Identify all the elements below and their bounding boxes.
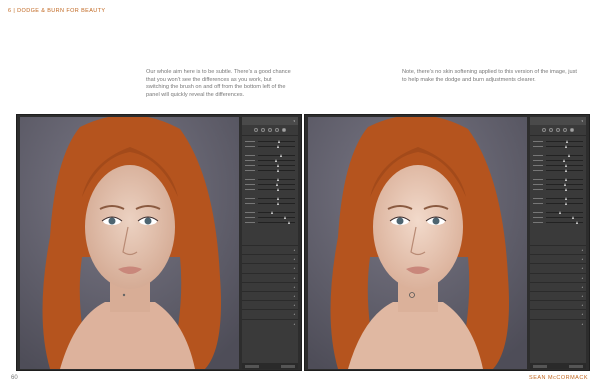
spot-removal-tool-icon[interactable] <box>261 128 265 132</box>
red-eye-tool-icon[interactable] <box>556 128 560 132</box>
caption-left: Our whole aim here is to be subtle. Ther… <box>146 69 291 98</box>
previous-button[interactable] <box>533 364 547 368</box>
spot-removal-tool-icon[interactable] <box>549 128 553 132</box>
panel-section[interactable]: ◂ <box>530 272 586 282</box>
panel-header: ▾ <box>530 117 586 125</box>
panel-section[interactable]: ◂ <box>530 300 586 309</box>
graduated-filter-tool-icon[interactable] <box>563 128 567 132</box>
caption-right: Note, there’s no skin softening applied … <box>402 69 577 83</box>
chapter-header: 6 | DODGE & BURN FOR BEAUTY <box>8 8 106 14</box>
panel-section[interactable]: ◂ <box>242 272 298 282</box>
slider-row[interactable] <box>245 220 295 225</box>
tool-strip <box>242 125 298 136</box>
graduated-filter-tool-icon[interactable] <box>275 128 279 132</box>
tool-strip <box>530 125 586 136</box>
panel-section[interactable]: ◂ <box>242 281 298 291</box>
panel-section[interactable]: ◂ <box>530 281 586 291</box>
panel-section[interactable]: ◂ <box>530 318 586 328</box>
author-name: SEAN McCORMACK <box>529 375 588 381</box>
panel-section[interactable]: ◂ <box>530 245 586 254</box>
panel-header: ▾ <box>242 117 298 125</box>
screenshot-after: ▾ ◂ ◂ ◂ ◂ ◂ ◂ ◂ ◂ ◂ <box>304 114 590 371</box>
develop-panel-before: ▾ ◂ ◂ ◂ ◂ ◂ ◂ ◂ ◂ ◂ <box>242 117 298 369</box>
panel-section[interactable]: ◂ <box>242 318 298 328</box>
previous-button[interactable] <box>245 364 259 368</box>
panel-section[interactable]: ◂ <box>242 309 298 318</box>
panel-section[interactable]: ◂ <box>530 263 586 272</box>
brush-sliders <box>530 136 586 225</box>
develop-panel-after: ▾ ◂ ◂ ◂ ◂ ◂ ◂ ◂ ◂ ◂ <box>530 117 586 369</box>
panel-section[interactable]: ◂ <box>242 245 298 254</box>
panel-section[interactable]: ◂ <box>530 290 586 300</box>
panel-section[interactable]: ◂ <box>242 263 298 272</box>
panel-section[interactable]: ◂ <box>530 309 586 318</box>
red-eye-tool-icon[interactable] <box>268 128 272 132</box>
crop-tool-icon[interactable] <box>542 128 546 132</box>
page-number: 60 <box>11 375 18 381</box>
adjustment-brush-tool-icon[interactable] <box>570 128 574 132</box>
portrait-photo-after <box>308 117 527 369</box>
adjustment-brush-tool-icon[interactable] <box>282 128 286 132</box>
panel-footer <box>530 363 586 369</box>
panel-sections: ◂ ◂ ◂ ◂ ◂ ◂ ◂ ◂ ◂ <box>242 245 298 328</box>
slider-row[interactable] <box>533 220 583 225</box>
brush-sliders <box>242 136 298 225</box>
panel-sections: ◂ ◂ ◂ ◂ ◂ ◂ ◂ ◂ ◂ <box>530 245 586 328</box>
panel-section[interactable]: ◂ <box>242 290 298 300</box>
panel-footer <box>242 363 298 369</box>
reset-button[interactable] <box>281 364 295 368</box>
crop-tool-icon[interactable] <box>254 128 258 132</box>
portrait-photo-before <box>20 117 239 369</box>
panel-section[interactable]: ◂ <box>242 254 298 263</box>
screenshot-before: ▾ ◂ ◂ ◂ ◂ ◂ ◂ ◂ ◂ ◂ <box>16 114 302 371</box>
panel-section[interactable]: ◂ <box>242 300 298 309</box>
panel-section[interactable]: ◂ <box>530 254 586 263</box>
reset-button[interactable] <box>569 364 583 368</box>
